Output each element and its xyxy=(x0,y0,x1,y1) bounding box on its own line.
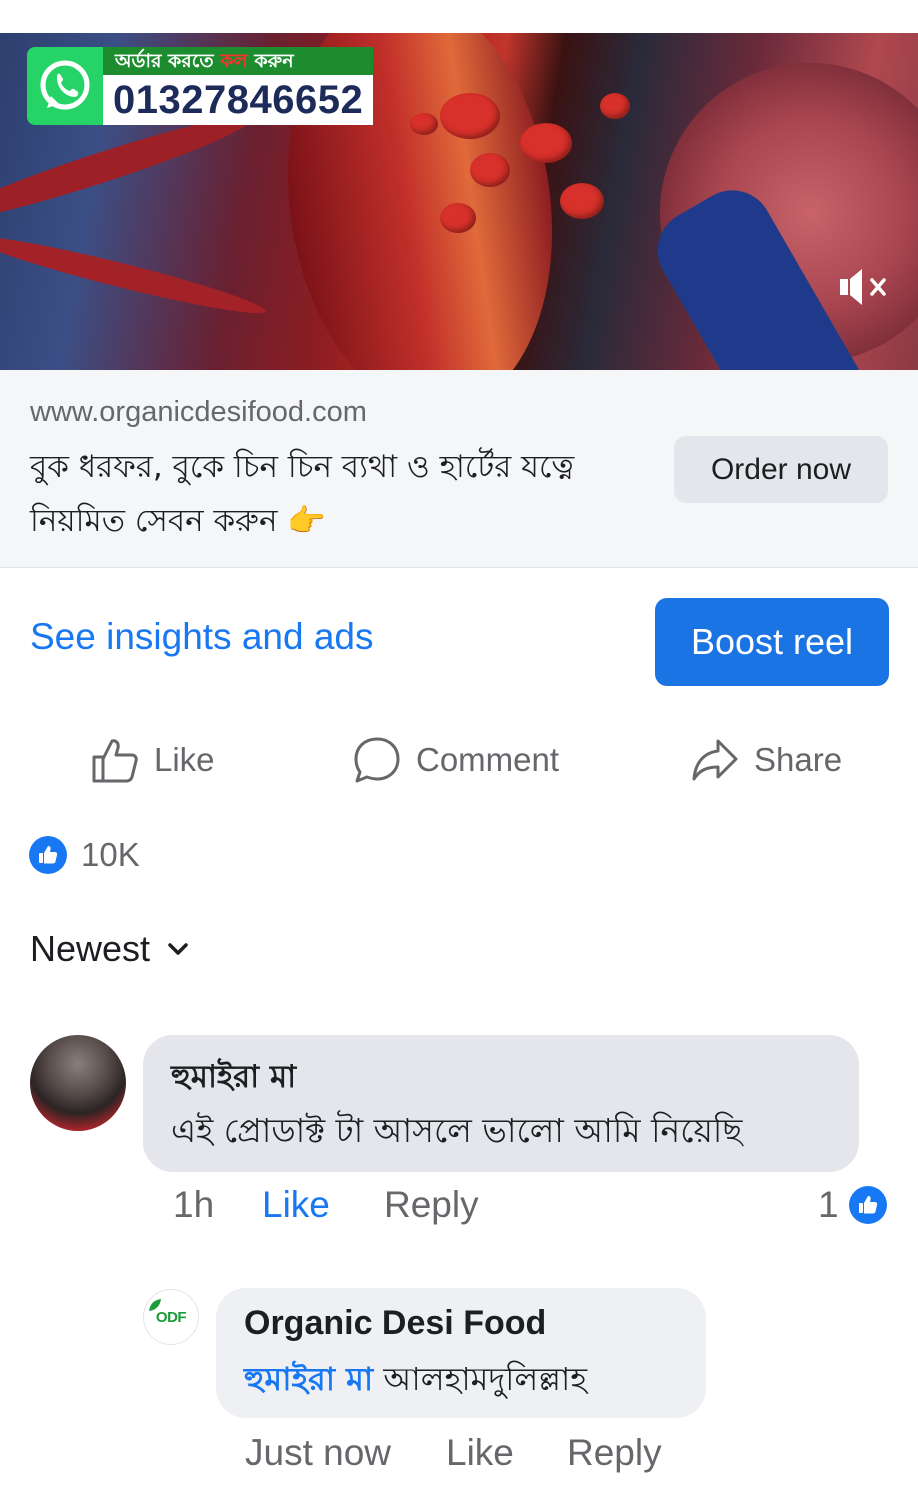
blood-cell xyxy=(600,93,630,119)
reel-video[interactable]: অর্ডার করতে কল করুন 01327846652 xyxy=(0,33,918,370)
comment-reaction-count[interactable]: 1 xyxy=(818,1184,887,1226)
whatsapp-icon xyxy=(27,47,103,125)
comment-like-count: 1 xyxy=(818,1184,839,1225)
blood-cell xyxy=(470,153,510,187)
comment-text: এই প্রোডাক্ট টা আসলে ভালো আমি নিয়েছি xyxy=(171,1111,743,1150)
promo-phone-number: 01327846652 xyxy=(103,75,374,125)
comment-like-label[interactable]: Like xyxy=(446,1432,514,1474)
blood-cell xyxy=(520,123,572,163)
blood-cell xyxy=(560,183,604,219)
sort-label: Newest xyxy=(30,928,151,969)
comment-meta: Just now xyxy=(245,1432,391,1474)
share-action-button[interactable]: Share xyxy=(690,730,842,790)
blood-cell xyxy=(440,93,500,139)
comment-time: 1h xyxy=(173,1184,215,1225)
link-preview-card[interactable]: www.organicdesifood.com বুক ধরফর, বুকে চ… xyxy=(0,370,918,568)
comment-like-link[interactable]: Like xyxy=(262,1184,330,1226)
comment-bubble[interactable]: হুমাইরা মা এই প্রোডাক্ট টা আসলে ভালো আমি… xyxy=(143,1035,859,1172)
thumbs-up-icon xyxy=(848,1186,887,1224)
like-action-button[interactable]: Like xyxy=(90,730,215,790)
promo-order-text: অর্ডার করতে কল করুন xyxy=(103,47,374,75)
blood-cell xyxy=(440,203,476,233)
order-call-banner: অর্ডার করতে কল করুন 01327846652 xyxy=(27,47,374,125)
comment-author[interactable]: হুমাইরা মা xyxy=(171,1053,296,1105)
blood-cell xyxy=(410,113,438,135)
leaf-icon xyxy=(149,1299,161,1311)
comment-author[interactable]: Organic Desi Food xyxy=(244,1304,546,1343)
reaction-summary[interactable]: 10K xyxy=(29,836,140,874)
comment-reply-label[interactable]: Reply xyxy=(384,1184,479,1226)
avatar[interactable] xyxy=(30,1035,126,1131)
order-now-button[interactable]: Order now xyxy=(674,436,888,503)
comment-reply-link[interactable]: Reply xyxy=(567,1432,662,1474)
see-insights-link[interactable]: See insights and ads xyxy=(30,616,374,658)
share-arrow-icon xyxy=(692,739,738,781)
comment-sort-dropdown[interactable]: Newest xyxy=(30,928,190,970)
link-domain: www.organicdesifood.com xyxy=(30,396,367,428)
comment-like-label[interactable]: Like xyxy=(262,1184,330,1226)
comment-text: হুমাইরা মা আলহামদুলিল্লাহ xyxy=(244,1360,588,1398)
chevron-down-icon xyxy=(168,943,188,955)
comment-bubble-icon xyxy=(354,737,400,783)
comment-meta: 1h xyxy=(173,1184,214,1226)
boost-reel-button[interactable]: Boost reel xyxy=(655,598,889,686)
avatar[interactable]: ODF xyxy=(143,1289,199,1345)
comment-action-button[interactable]: Comment xyxy=(352,730,559,790)
comment-reply-link[interactable]: Reply xyxy=(384,1184,479,1226)
comment-reply-label[interactable]: Reply xyxy=(567,1432,662,1474)
comment-action-label: Comment xyxy=(416,741,560,778)
comment-like-link[interactable]: Like xyxy=(446,1432,514,1474)
link-headline: বুক ধরফর, বুকে চিন চিন ব্যথা ও হার্টের য… xyxy=(30,449,575,539)
thumbs-up-icon xyxy=(92,739,138,783)
like-action-label: Like xyxy=(154,741,215,778)
share-action-label: Share xyxy=(754,741,843,778)
mention-link[interactable]: হুমাইরা মা xyxy=(244,1360,373,1398)
muted-speaker-icon[interactable] xyxy=(836,265,892,309)
reaction-count: 10K xyxy=(81,836,140,873)
comment-bubble[interactable]: Organic Desi Food হুমাইরা মা আলহামদুলিল্… xyxy=(216,1288,706,1418)
thumbs-up-icon xyxy=(29,836,67,874)
artery-shape xyxy=(0,227,269,323)
comment-time: Just now xyxy=(245,1432,392,1473)
